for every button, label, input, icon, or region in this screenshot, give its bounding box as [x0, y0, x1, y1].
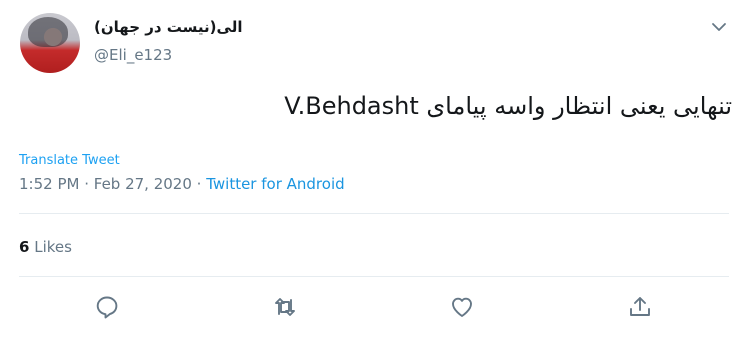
tweet-source-link[interactable]: Twitter for Android: [206, 175, 344, 193]
like-icon: [452, 297, 472, 317]
user-handle[interactable]: @Eli_e123: [94, 46, 172, 64]
likes-count[interactable]: 6 Likes: [19, 238, 72, 256]
reply-button[interactable]: [94, 294, 122, 320]
chevron-down-icon[interactable]: [710, 19, 728, 33]
separator: ·: [79, 175, 94, 193]
likes-number: 6: [19, 238, 30, 256]
display-name[interactable]: الی(نیست در جهان): [94, 18, 242, 36]
share-button[interactable]: [627, 294, 655, 320]
likes-label: Likes: [34, 238, 72, 256]
translate-tweet-link[interactable]: Translate Tweet: [19, 153, 120, 168]
tweet-date[interactable]: Feb 27, 2020: [94, 175, 192, 193]
tweet-meta: 1:52 PM · Feb 27, 2020 · Twitter for And…: [19, 175, 345, 193]
divider: [19, 276, 729, 277]
avatar[interactable]: [20, 13, 80, 73]
share-icon: [630, 297, 650, 316]
separator: ·: [191, 175, 207, 193]
retweet-button[interactable]: [272, 294, 300, 320]
retweet-icon: [275, 298, 295, 316]
tweet-time[interactable]: 1:52 PM: [19, 175, 79, 193]
like-button[interactable]: [449, 294, 477, 320]
tweet-text: تنهایی یعنی انتظار واسه پیامای V.Behdash…: [284, 92, 732, 120]
reply-icon: [96, 296, 118, 319]
divider: [19, 213, 729, 214]
